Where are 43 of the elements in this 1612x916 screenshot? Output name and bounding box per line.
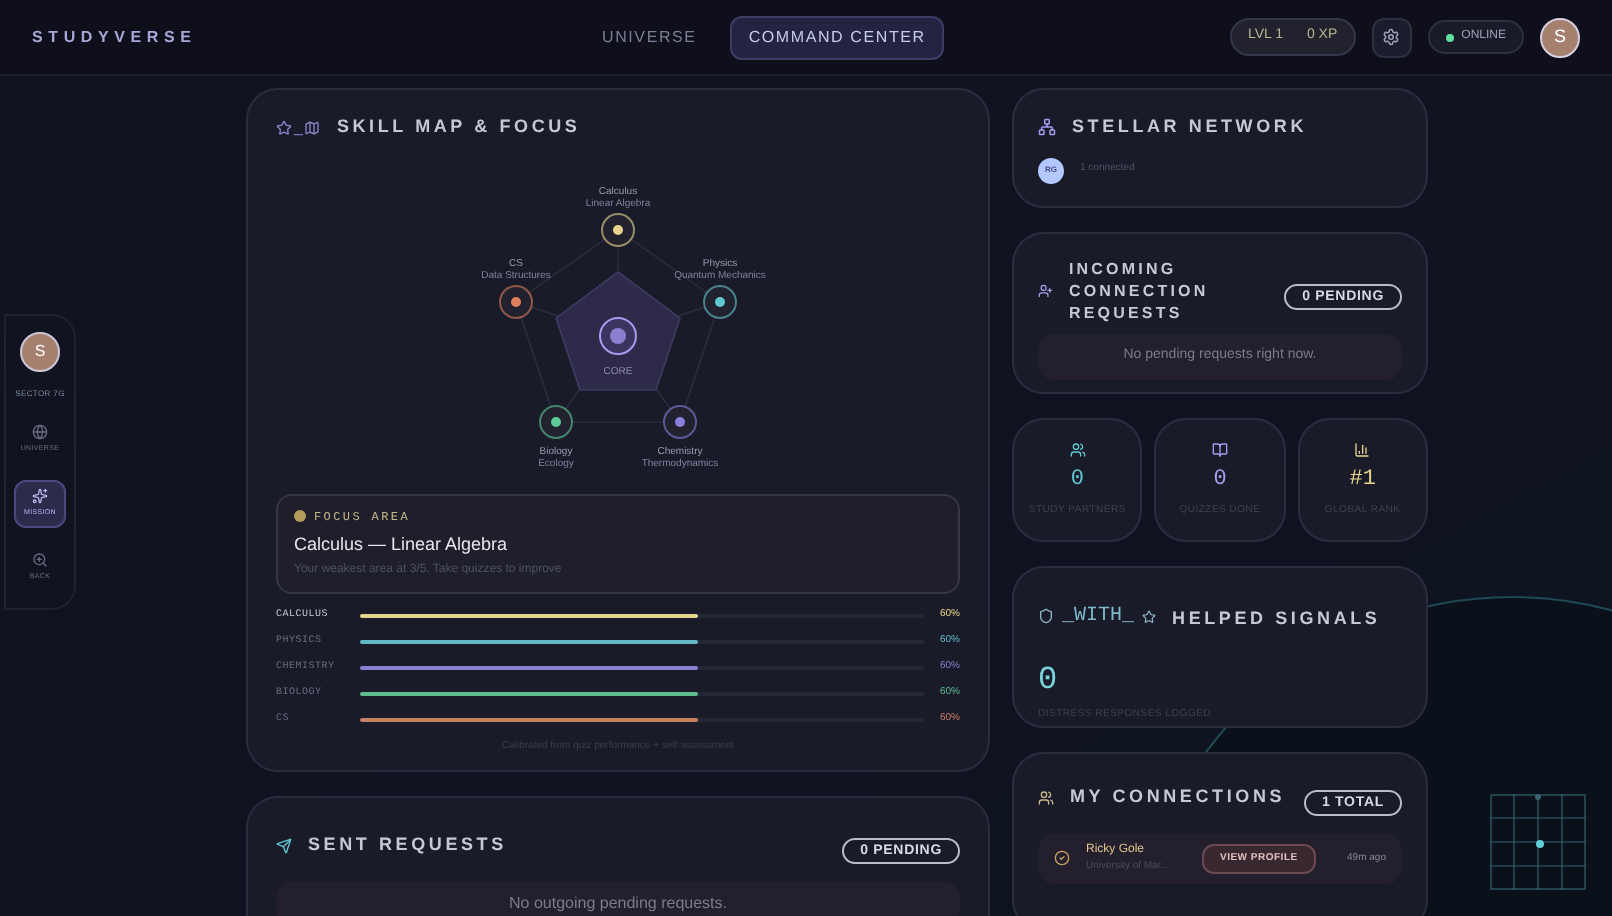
card-title: MY CONNECTIONS: [1070, 784, 1286, 811]
empty-message: No outgoing pending requests.: [276, 882, 960, 916]
nav-tab[interactable]: COMMAND CENTER: [730, 15, 944, 59]
send-icon: [276, 838, 292, 854]
helped-count: 0: [1038, 660, 1060, 702]
focus-title: Calculus — Linear Algebra: [294, 531, 510, 558]
skill-node-ring[interactable]: [663, 404, 697, 438]
stat-icon: [1211, 442, 1228, 458]
dock-icon: [32, 488, 48, 505]
card-title: HELPED SIGNALS: [1172, 608, 1381, 628]
skill-node-ring[interactable]: [601, 212, 635, 246]
users-icon: [1038, 790, 1054, 806]
dock-icon: [32, 552, 48, 569]
dock-icon: [32, 424, 48, 441]
core-node: [599, 316, 637, 354]
brand-logo[interactable]: STUDYVERSE: [32, 25, 552, 49]
card-title: STELLAR NETWORK: [1072, 114, 1307, 140]
star-icon: [276, 119, 292, 136]
stat-icon: [1354, 442, 1371, 458]
user-avatar[interactable]: S: [1540, 17, 1580, 57]
stat-value: 0: [1070, 466, 1084, 496]
skill-node-ring[interactable]: [703, 284, 737, 318]
star-icon: [1142, 609, 1157, 623]
card-title: SENT REQUESTS: [308, 832, 507, 859]
icon-separator: _: [294, 115, 303, 140]
minimap-drawing: [1490, 794, 1586, 890]
card-title: SKILL MAP & FOCUS: [336, 114, 581, 140]
map-icon: [304, 119, 321, 136]
stat-icon: [1069, 442, 1086, 458]
nav-tab[interactable]: UNIVERSE: [584, 15, 715, 59]
skill-node-ring[interactable]: [499, 284, 533, 318]
settings-icon: [1382, 28, 1401, 46]
stat-value: 0: [1213, 466, 1227, 496]
check-circle-icon: [1054, 850, 1070, 867]
stat-value: #1: [1349, 466, 1376, 496]
users-icon: [1038, 282, 1053, 300]
network-icon: [1038, 118, 1056, 137]
icon-separator: _WITH_: [1062, 603, 1135, 631]
sidebar-avatar[interactable]: S: [20, 332, 60, 372]
skill-node-ring[interactable]: [539, 404, 573, 438]
shield-icon: [1038, 608, 1054, 624]
settings-button[interactable]: [1371, 17, 1412, 57]
card-title: INCOMING CONNECTION REQUESTS: [1068, 258, 1211, 324]
